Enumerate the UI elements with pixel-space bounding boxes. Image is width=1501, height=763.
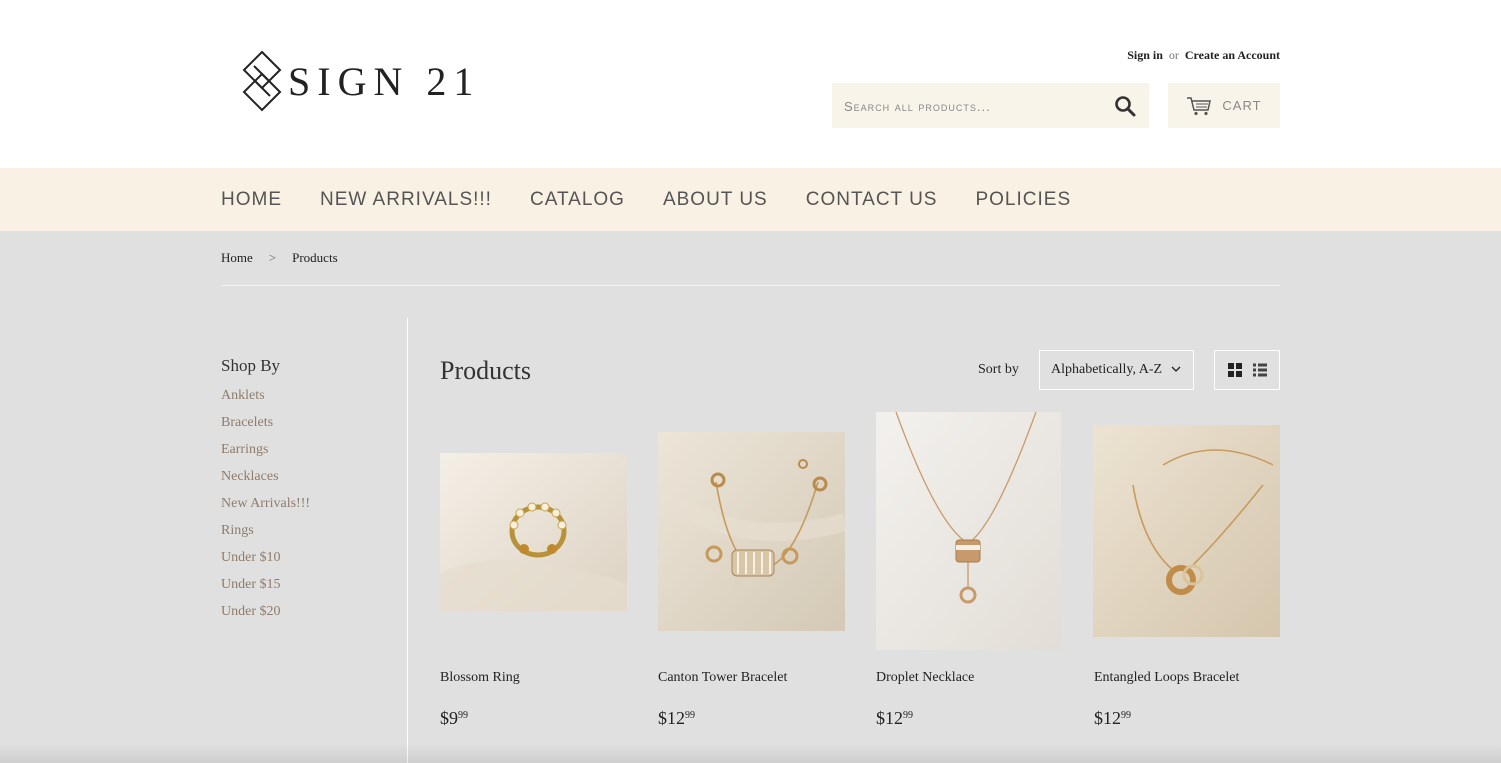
sidebar-divider [407,318,408,763]
sort-select[interactable]: Alphabetically, A-Z [1039,350,1194,390]
product-image-blossom-ring[interactable] [440,453,627,611]
create-account-link[interactable]: Create an Account [1185,48,1280,62]
search-box [832,83,1149,130]
product-price: $1299 [1094,708,1131,729]
product-price: $1299 [876,708,913,729]
search-icon[interactable] [1113,94,1137,118]
sort-value: Alphabetically, A-Z [1051,362,1163,377]
search-input[interactable] [842,83,1106,130]
product-name[interactable]: Blossom Ring [440,670,520,686]
price-cents: 99 [685,710,695,721]
price-main: $12 [1094,708,1121,728]
sidebar: Shop By Anklets Bracelets Earrings Neckl… [221,356,310,629]
product-image-canton-tower-bracelet[interactable] [658,432,845,631]
sidebar-item-under-10[interactable]: Under $10 [221,548,310,575]
sign-in-link[interactable]: Sign in [1127,48,1163,62]
product-name[interactable]: Droplet Necklace [876,670,974,686]
account-links: Sign in or Create an Account [1127,48,1280,63]
chevron-down-icon [1171,366,1181,372]
or-text: or [1168,48,1179,62]
sidebar-item-under-15[interactable]: Under $15 [221,575,310,602]
price-main: $12 [876,708,903,728]
sort-label: Sort by [978,362,1019,377]
page-title: Products [440,356,531,385]
price-main: $9 [440,708,458,728]
sidebar-item-earrings[interactable]: Earrings [221,440,310,467]
site-header: SIGN 21 Sign in or Create an Account CART [0,0,1501,168]
breadcrumb-current: Products [292,250,338,265]
cart-icon [1187,96,1212,115]
view-toggle [1214,350,1280,390]
sidebar-item-necklaces[interactable]: Necklaces [221,467,310,494]
grid-view-icon[interactable] [1227,362,1243,378]
breadcrumb: Home > Products [221,250,338,266]
sidebar-item-rings[interactable]: Rings [221,521,310,548]
product-name[interactable]: Canton Tower Bracelet [658,670,787,686]
nav-item-about-us[interactable]: ABOUT US [663,189,768,211]
product-image-entangled-loops-bracelet[interactable] [1093,425,1280,637]
sidebar-item-new-arrivals[interactable]: New Arrivals!!! [221,494,310,521]
logo[interactable]: SIGN 21 [242,50,480,112]
nav-item-catalog[interactable]: CATALOG [530,189,625,211]
bottom-shadow [0,743,1501,763]
price-cents: 99 [903,710,913,721]
cart-label: CART [1222,98,1262,113]
logo-mark-icon [242,50,282,112]
product-price: $999 [440,708,468,729]
logo-text: SIGN 21 [288,58,481,104]
price-cents: 99 [458,710,468,721]
sidebar-item-bracelets[interactable]: Bracelets [221,413,310,440]
breadcrumb-home[interactable]: Home [221,250,253,265]
nav-item-new-arrivals[interactable]: NEW ARRIVALS!!! [320,189,492,211]
nav-item-home[interactable]: HOME [221,189,282,211]
product-name[interactable]: Entangled Loops Bracelet [1094,670,1239,686]
list-view-icon[interactable] [1252,362,1268,378]
main-nav: HOME NEW ARRIVALS!!! CATALOG ABOUT US CO… [0,168,1501,231]
breadcrumb-separator: > [268,250,277,265]
nav-item-policies[interactable]: POLICIES [975,189,1071,211]
price-cents: 99 [1121,710,1131,721]
sidebar-item-anklets[interactable]: Anklets [221,386,310,413]
product-image-droplet-necklace[interactable] [876,412,1061,650]
divider [221,285,1280,286]
product-price: $1299 [658,708,695,729]
nav-item-contact-us[interactable]: CONTACT US [806,189,938,211]
price-main: $12 [658,708,685,728]
sidebar-title: Shop By [221,356,281,375]
cart-button[interactable]: CART [1168,83,1280,128]
sidebar-item-under-20[interactable]: Under $20 [221,602,310,629]
